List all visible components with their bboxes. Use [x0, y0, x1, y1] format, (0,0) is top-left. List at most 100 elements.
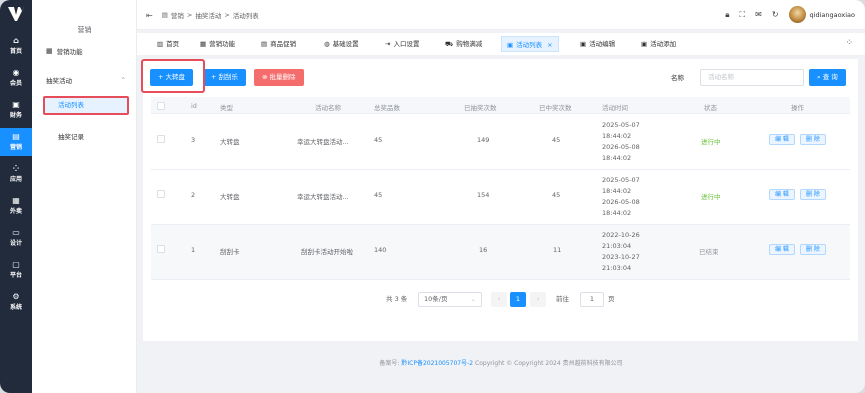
rail-item[interactable]: ▤ 营销	[0, 128, 32, 156]
tab-activity-edit[interactable]: ▣ 活动编辑	[580, 36, 615, 52]
top-right-tools: 🔒︎ ⛶ ✉ ↻ qidiangaoxiao	[725, 6, 855, 23]
submenu-item-activity-list[interactable]: 活动列表	[43, 96, 129, 115]
submenu-item-label: 抽奖记录	[58, 133, 84, 141]
cell-time-line: 21:03:04	[602, 242, 632, 250]
user-name[interactable]: qidiangaoxiao	[810, 11, 855, 19]
wallet-icon: ▣	[12, 100, 20, 109]
fullscreen-icon[interactable]: ⛶	[740, 10, 746, 20]
batch-delete-label: 批量删除	[269, 73, 296, 81]
delete-button[interactable]: 删 除	[800, 244, 826, 255]
page-size-value: 10条/页	[424, 295, 448, 303]
page-size-select[interactable]: 10条/页 ⌄	[418, 292, 482, 307]
breadcrumb: ⇤ ▤ 营销 > 抽奖活动 > 活动列表	[146, 10, 259, 21]
cart-icon: ⛟	[445, 40, 454, 48]
row-checkbox[interactable]	[157, 245, 165, 253]
breadcrumb-item[interactable]: 营销	[171, 10, 184, 20]
column-header-type: 类型	[220, 104, 233, 112]
tab-home[interactable]: ▥ 首页	[157, 36, 179, 52]
column-header-time: 活动时间	[602, 104, 628, 112]
delete-button[interactable]: 删 除	[800, 134, 826, 145]
rail-item[interactable]: ▦ 外卖	[0, 192, 32, 220]
list-icon: ▣	[507, 41, 514, 49]
edit-button[interactable]: 编 辑	[769, 189, 795, 200]
goto-page-input[interactable]: 1	[580, 292, 604, 307]
rail-item-label: 系统	[9, 304, 22, 311]
logo	[0, 0, 32, 28]
submenu-group-lottery[interactable]: 抽奖活动 ⌃	[46, 75, 126, 85]
home-icon: ⌂	[13, 36, 19, 45]
rail-item[interactable]: ⚙ 系统	[0, 288, 32, 316]
design-icon: ▭	[12, 228, 20, 237]
footer: 备案号: 黔ICP备2021005707号-2 Copyright © Copy…	[137, 352, 865, 376]
column-header-actions: 操作	[791, 104, 804, 112]
search-button-label: 查 询	[822, 73, 838, 81]
bell-icon[interactable]: ✉	[755, 10, 762, 19]
cell-time-line: 2025-05-07	[602, 176, 640, 184]
table-row[interactable]: 3 大转盘 幸运大转盘活动... 45 149 45 进行中 2025-05-07 18:44:…	[151, 115, 850, 170]
icp-link[interactable]: 黔ICP备2021005707号-2	[401, 360, 473, 367]
prev-page-button[interactable]: ‹	[491, 292, 507, 307]
breadcrumb-separator: >	[186, 11, 193, 19]
tab-full-reduction[interactable]: ⛟ 购物满减	[445, 36, 482, 52]
search-button[interactable]: ⌕ 查 询	[809, 69, 846, 86]
rail-item-label: 应用	[9, 176, 22, 183]
select-all-checkbox[interactable]	[157, 102, 165, 110]
submenu-item-lottery-records[interactable]: 抽奖记录	[58, 131, 84, 141]
cell-type: 刮刮卡	[220, 248, 240, 256]
search-input[interactable]: 活动名称	[700, 69, 804, 86]
rail-item-label: 财务	[9, 112, 22, 119]
rail-item-label: 会员	[9, 80, 22, 87]
table-row[interactable]: 2 大转盘 幸运大转盘活动... 45 154 45 进行中 2025-05-07 18:44:…	[151, 170, 850, 225]
highlight-box	[141, 59, 205, 93]
tab-label: 商品促销	[270, 40, 297, 48]
tab-entry-settings[interactable]: ⇥ 入口设置	[385, 36, 419, 52]
table-row[interactable]: 1 刮刮卡 刮刮卡活动开始啦 140 16 11 已结束 2022-10-26 21:03:04…	[151, 225, 850, 280]
row-checkbox[interactable]	[157, 190, 165, 198]
tab-label: 基础设置	[332, 40, 359, 48]
home-icon: ▥	[157, 40, 164, 48]
cell-won: 45	[552, 191, 561, 199]
tab-basic-settings[interactable]: ◍ 基础设置	[324, 36, 359, 52]
marketing-icon: ▤	[161, 11, 168, 19]
chevron-up-icon: ⌃	[120, 76, 126, 84]
cell-time-line: 18:44:02	[602, 187, 632, 195]
menu-fold-icon[interactable]: ⇤	[146, 11, 153, 20]
add-scratch-card-button[interactable]: + 刮刮乐	[203, 69, 247, 86]
submenu-item-marketing-functions[interactable]: ▦ 营销功能	[46, 46, 83, 56]
tab-activity-list[interactable]: ▣ 活动列表 ×	[501, 36, 559, 52]
breadcrumb-item[interactable]: 抽奖活动	[195, 10, 221, 20]
refresh-icon[interactable]: ↻	[772, 10, 779, 19]
rail-item[interactable]: ◉ 会员	[0, 64, 32, 92]
edit-button[interactable]: 编 辑	[769, 134, 795, 145]
tab-label: 购物满减	[456, 40, 483, 48]
submenu-item-label: 营销功能	[56, 48, 83, 56]
current-page[interactable]: 1	[510, 292, 526, 307]
next-page-button[interactable]: ›	[530, 292, 546, 307]
tabs-menu-icon[interactable]: ⁘	[845, 38, 853, 48]
cell-total: 140	[374, 246, 387, 254]
rail-item[interactable]: ▢ 平台	[0, 256, 32, 284]
rail-item[interactable]: ⁘ 应用	[0, 160, 32, 188]
tab-label: 营销功能	[209, 40, 236, 48]
avatar[interactable]	[788, 6, 806, 23]
tab-label: 活动列表	[516, 41, 543, 49]
tab-activity-add[interactable]: ▣ 活动添加	[641, 36, 676, 52]
lock-icon[interactable]: 🔒︎	[725, 10, 729, 20]
rail-item[interactable]: ▣ 财务	[0, 96, 32, 124]
edit-button[interactable]: 编 辑	[769, 244, 795, 255]
rail-item[interactable]: ▭ 设计	[0, 224, 32, 252]
rail-item-label: 设计	[9, 240, 22, 247]
cell-time-line: 2023-10-27	[602, 253, 640, 261]
batch-delete-button[interactable]: ⊗ 批量删除	[254, 69, 304, 86]
cell-drawn: 154	[477, 191, 490, 199]
rail-item[interactable]: ⌂ 首页	[0, 32, 32, 60]
tabs-bar: ▥ 首页 ▦ 营销功能 ▤ 商品促销 ◍ 基础设置 ⇥ 入口设置 ⛟ 购物满减 ▣ 活动列表 ×…	[137, 33, 865, 55]
close-icon[interactable]: ×	[547, 41, 552, 49]
column-header-id: id	[191, 102, 197, 110]
row-checkbox[interactable]	[157, 135, 165, 143]
tab-marketing-functions[interactable]: ▦ 营销功能	[200, 36, 235, 52]
tab-product-promotion[interactable]: ▤ 商品促销	[261, 36, 296, 52]
delete-button[interactable]: 删 除	[800, 189, 826, 200]
cell-drawn: 16	[479, 246, 488, 254]
page-unit-label: 页	[608, 295, 615, 303]
